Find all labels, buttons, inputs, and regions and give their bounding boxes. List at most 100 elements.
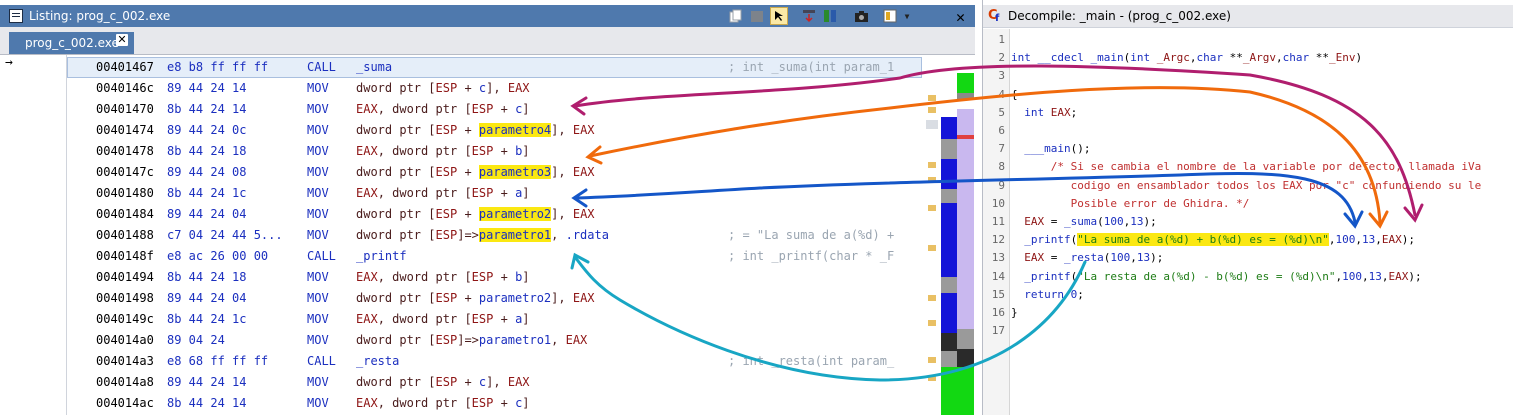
overview-bar-right[interactable] bbox=[957, 55, 974, 415]
listing-gutter bbox=[0, 55, 66, 415]
line-number: 6 bbox=[998, 124, 1005, 137]
code-line[interactable]: Posible error de Ghidra. */ bbox=[1011, 197, 1250, 210]
current-address-arrow-icon: → bbox=[5, 55, 13, 70]
listing-operand: dword ptr [ESP]=>parametro1, EAX bbox=[356, 333, 588, 347]
line-number: 9 bbox=[998, 178, 1005, 192]
decompile-panel: Cf Decompile: _main - (prog_c_002.exe) 1… bbox=[982, 0, 1513, 415]
listing-address: 0040146c bbox=[96, 81, 154, 95]
listing-mnemonic: MOV bbox=[307, 165, 329, 179]
listing-bytes: 89 44 24 04 bbox=[167, 207, 247, 221]
dropdown-icon[interactable]: ▼ bbox=[903, 8, 911, 24]
code-line[interactable]: int __cdecl _main(int _Argc,char **_Argv… bbox=[1011, 51, 1362, 64]
listing-bytes: 8b 44 24 14 bbox=[167, 396, 247, 410]
camera-icon[interactable] bbox=[853, 8, 869, 24]
paste-icon[interactable] bbox=[749, 8, 765, 24]
code-line[interactable]: codigo en ensamblador todos los EAX por … bbox=[1011, 179, 1482, 192]
code-line[interactable]: EAX = _suma(100,13); bbox=[1011, 215, 1157, 228]
line-number: 10 bbox=[991, 196, 1005, 210]
code-line[interactable]: int EAX; bbox=[1011, 106, 1077, 119]
tab-prog-c-002[interactable]: prog_c_002.exe ✕ bbox=[9, 32, 134, 54]
cursor-select-icon[interactable] bbox=[770, 7, 788, 25]
code-line[interactable]: _printf("La resta de a(%d) - b(%d) es = … bbox=[1011, 270, 1421, 283]
listing-operand: _printf bbox=[356, 249, 407, 263]
code-line[interactable]: EAX = _resta(100,13); bbox=[1011, 251, 1163, 264]
listing-mnemonic: MOV bbox=[307, 270, 329, 284]
listing-address: 00401488 bbox=[96, 228, 154, 242]
listing-operand: EAX, dword ptr [ESP + b] bbox=[356, 144, 530, 158]
line-number: 1 bbox=[998, 33, 1005, 46]
listing-bytes: e8 ac 26 00 00 bbox=[167, 249, 269, 263]
listing-operand: _resta bbox=[356, 354, 400, 368]
code-line[interactable]: return 0; bbox=[1011, 288, 1084, 301]
line-number: 5 bbox=[998, 105, 1005, 119]
listing-mnemonic: MOV bbox=[307, 144, 329, 158]
line-number: 7 bbox=[998, 142, 1005, 156]
listing-address: 00401467 bbox=[96, 60, 154, 74]
close-tab-icon[interactable]: ✕ bbox=[116, 34, 128, 46]
code-line[interactable]: _printf("La suma de a(%d) + b(%d) es = (… bbox=[1011, 233, 1415, 247]
listing-operand: EAX, dword ptr [ESP + c] bbox=[356, 396, 530, 410]
line-number: 14 bbox=[991, 269, 1005, 283]
listing-mnemonic: MOV bbox=[307, 375, 329, 389]
code-line[interactable]: ___main(); bbox=[1011, 142, 1090, 155]
listing-operand: EAX, dword ptr [ESP + b] bbox=[356, 270, 530, 284]
listing-operand: dword ptr [ESP]=>parametro1, .rdata bbox=[356, 228, 609, 242]
listing-comment: ; = "La suma de a(%d) + bbox=[728, 228, 895, 242]
line-number: 15 bbox=[991, 287, 1005, 301]
line-number: 11 bbox=[991, 215, 1005, 228]
line-number: 2 bbox=[998, 51, 1005, 65]
listing-mnemonic: MOV bbox=[307, 207, 329, 221]
listing-window-icon bbox=[9, 9, 23, 23]
listing-address: 00401494 bbox=[96, 270, 154, 284]
close-icon[interactable]: ✕ bbox=[956, 8, 965, 26]
listing-address: 00401498 bbox=[96, 291, 154, 305]
code-line[interactable]: { bbox=[1011, 88, 1018, 101]
listing-bytes: 8b 44 24 1c bbox=[167, 312, 247, 326]
layout-icon[interactable] bbox=[882, 8, 898, 24]
copy-icon[interactable] bbox=[728, 8, 744, 24]
listing-bytes: e8 68 ff ff ff bbox=[167, 354, 269, 368]
listing-mnemonic: MOV bbox=[307, 123, 329, 137]
code-line[interactable]: /* Si se cambia el nombre de la variable… bbox=[1011, 160, 1481, 173]
listing-mnemonic: CALL bbox=[307, 354, 336, 368]
listing-operand: EAX, dword ptr [ESP + a] bbox=[356, 312, 530, 326]
listing-address: 00401480 bbox=[96, 186, 154, 200]
listing-bytes: 8b 44 24 14 bbox=[167, 102, 247, 116]
listing-address: 00401470 bbox=[96, 102, 154, 116]
listing-comment: ; int _printf(char * _F bbox=[728, 249, 895, 263]
listing-operand: EAX, dword ptr [ESP + c] bbox=[356, 102, 530, 116]
listing-mnemonic: MOV bbox=[307, 228, 329, 242]
listing-mnemonic: CALL bbox=[307, 249, 336, 263]
line-number: 4 bbox=[998, 87, 1005, 101]
line-number: 16 bbox=[991, 306, 1005, 319]
listing-bytes: 89 44 24 14 bbox=[167, 375, 247, 389]
diff-icon[interactable] bbox=[822, 8, 838, 24]
line-number: 12 bbox=[991, 233, 1005, 247]
listing-mnemonic: MOV bbox=[307, 291, 329, 305]
listing-address: 00401474 bbox=[96, 123, 154, 137]
listing-bytes: 89 44 24 08 bbox=[167, 165, 247, 179]
listing-address: 0040147c bbox=[96, 165, 154, 179]
overview-bar-left[interactable] bbox=[941, 55, 957, 415]
listing-panel: Listing: prog_c_002.exe ▼ ✕ prog_c_002.e… bbox=[0, 0, 975, 415]
listing-mnemonic: MOV bbox=[307, 186, 329, 200]
listing-comment: ; int _suma(int param_1 bbox=[728, 60, 895, 74]
decompile-title-bar: Cf Decompile: _main - (prog_c_002.exe) bbox=[983, 5, 1513, 28]
line-number: 8 bbox=[998, 160, 1005, 174]
listing-bytes: e8 b8 ff ff ff bbox=[167, 60, 269, 74]
listing-comment: ; int _resta(int param_ bbox=[728, 354, 895, 368]
code-line[interactable]: } bbox=[1011, 306, 1018, 319]
listing-address: 004014a3 bbox=[96, 354, 154, 368]
listing-address: 004014a0 bbox=[96, 333, 154, 347]
listing-bytes: 89 44 24 04 bbox=[167, 291, 247, 305]
listing-bytes: 8b 44 24 1c bbox=[167, 186, 247, 200]
line-number: 17 bbox=[991, 324, 1005, 338]
flow-arrow-icon[interactable] bbox=[801, 8, 817, 24]
listing-toolbar: ▼ bbox=[728, 7, 911, 25]
listing-mnemonic: MOV bbox=[307, 81, 329, 95]
listing-address: 0040149c bbox=[96, 312, 154, 326]
line-number: 3 bbox=[998, 69, 1005, 83]
listing-mnemonic: MOV bbox=[307, 396, 329, 410]
line-number-gutter: 1 2 3 4 5 6 7 8 9 10 11 12 13 14 15 16 17 bbox=[983, 29, 1010, 415]
listing-tab-strip bbox=[0, 27, 975, 55]
